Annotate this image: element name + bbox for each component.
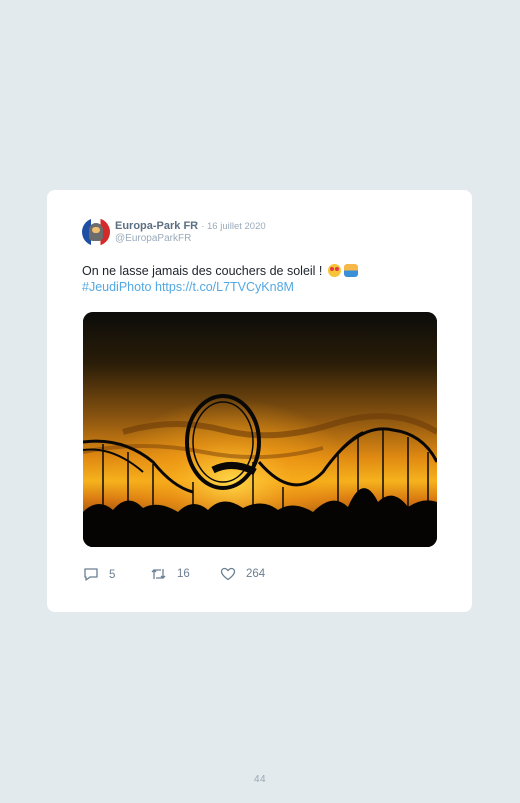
tweet-header: Europa-Park FR · 16 juillet 2020: [115, 220, 266, 232]
like-count: 264: [246, 568, 266, 580]
tweet-card: Europa-Park FR · 16 juillet 2020 @Europa…: [47, 190, 472, 612]
heart-eyes-emoji-icon: [327, 264, 341, 277]
url-link[interactable]: https://t.co/L7TVCyKn8M: [155, 280, 294, 294]
heart-icon: [220, 567, 236, 581]
tweet-text: On ne lasse jamais des couchers de solei…: [82, 263, 452, 295]
mascot-icon: [89, 223, 103, 241]
reply-action[interactable]: 5: [83, 567, 115, 582]
retweet-action[interactable]: 16: [150, 567, 190, 581]
page-number: 44: [253, 774, 267, 785]
like-action[interactable]: 264: [220, 567, 265, 581]
sunrise-emoji-icon: [343, 264, 358, 277]
tweet-actions: 5 16 264: [83, 567, 443, 585]
rollercoaster-sunset-image: [83, 312, 437, 547]
tweet-body: On ne lasse jamais des couchers de solei…: [82, 264, 323, 278]
reply-count: 5: [109, 568, 116, 581]
hashtag-link[interactable]: #JeudiPhoto: [82, 280, 152, 294]
retweet-count: 16: [177, 568, 190, 580]
retweet-icon: [151, 569, 166, 579]
tweet-photo[interactable]: [83, 312, 437, 547]
tweet-date[interactable]: 16 juillet 2020: [207, 221, 266, 232]
user-handle[interactable]: @EuropaParkFR: [115, 233, 191, 244]
reply-icon: [84, 568, 98, 581]
avatar[interactable]: [82, 218, 110, 246]
display-name[interactable]: Europa-Park FR: [115, 220, 198, 232]
